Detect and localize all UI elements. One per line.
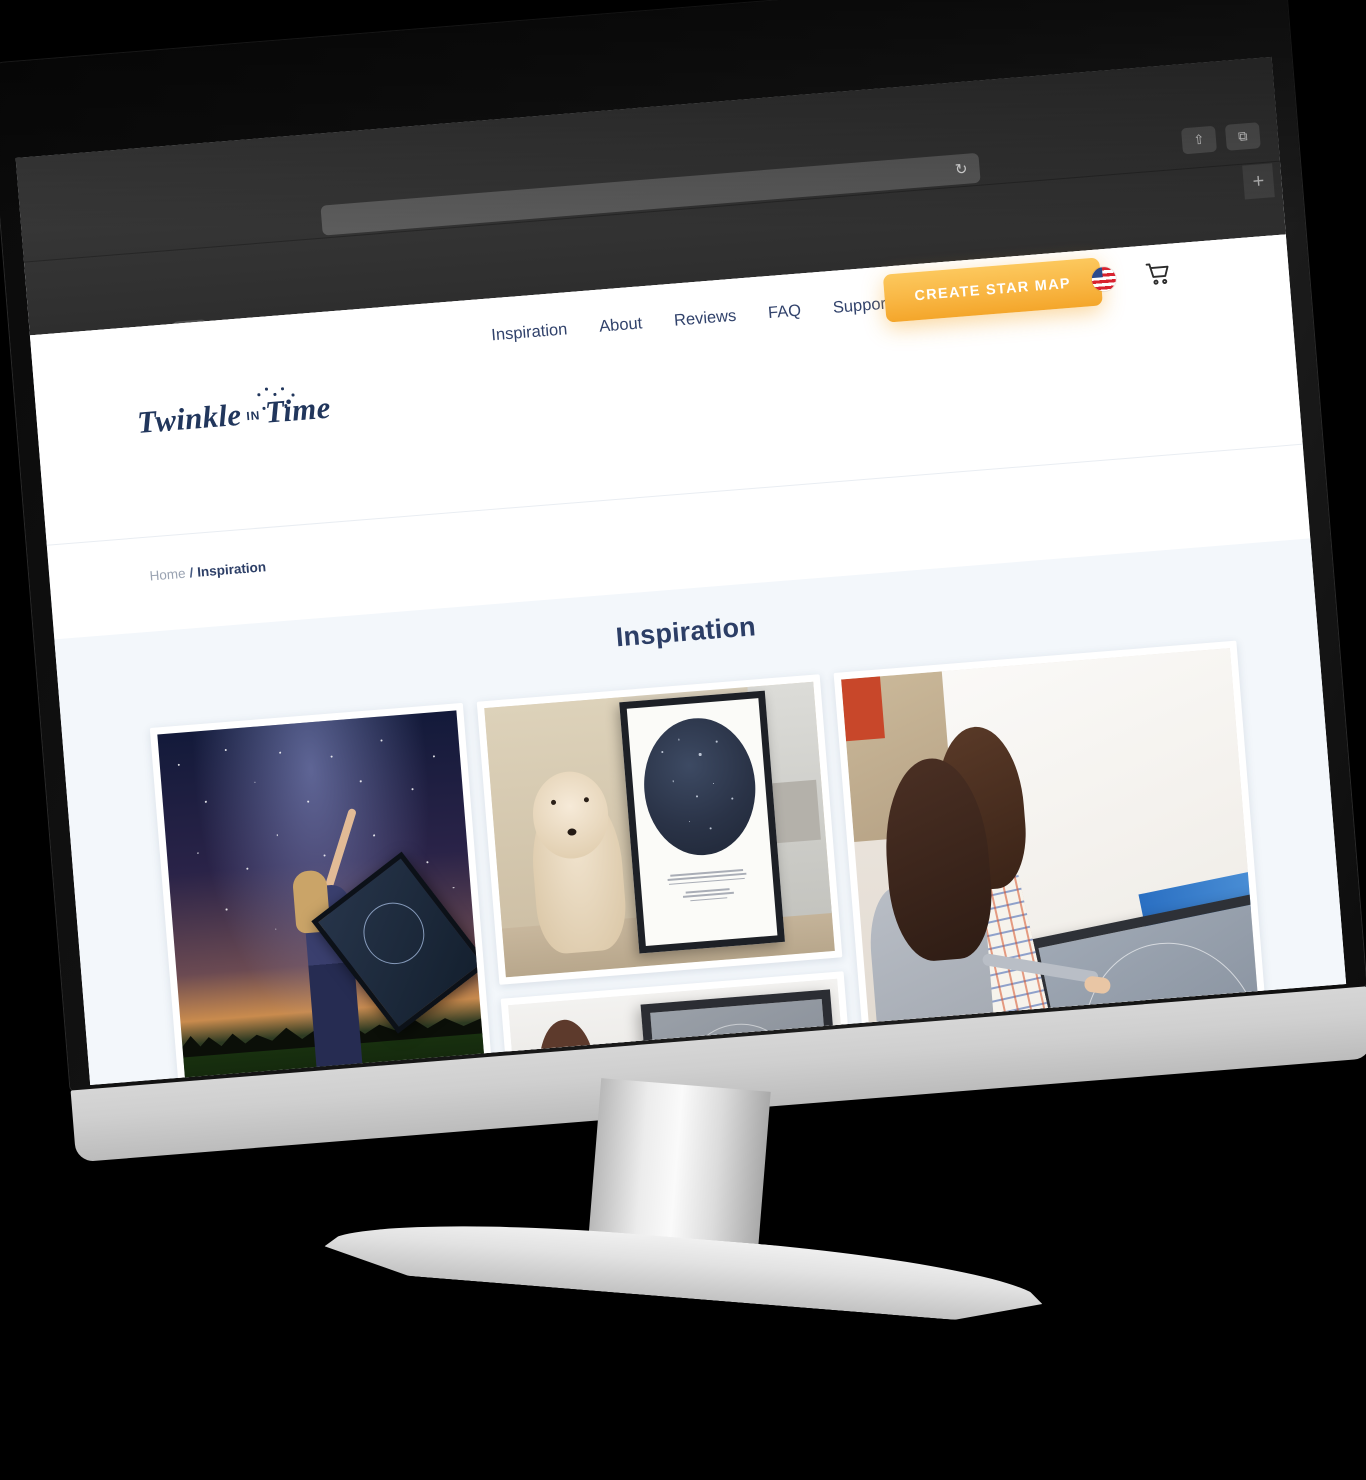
nav-item-support[interactable]: Support bbox=[832, 294, 891, 318]
nav-item-inspiration[interactable]: Inspiration bbox=[491, 320, 568, 345]
address-value bbox=[322, 220, 336, 221]
web-page: Twinkle IN Time Inspiration About Review… bbox=[29, 234, 1347, 1085]
breadcrumb-current: Inspiration bbox=[196, 559, 267, 580]
poster-caption-lines bbox=[664, 866, 751, 906]
sparkle-icon bbox=[253, 384, 302, 422]
nav-item-reviews[interactable]: Reviews bbox=[673, 307, 737, 331]
tabs-overview-icon[interactable]: ⧉ bbox=[1224, 122, 1261, 151]
flag-canton bbox=[1090, 267, 1103, 279]
logo-word-1: Twinkle bbox=[135, 396, 243, 441]
site-logo[interactable]: Twinkle IN Time bbox=[135, 387, 332, 441]
dog-next-to-framed-star-map-poster bbox=[484, 681, 835, 978]
reload-icon[interactable]: ↻ bbox=[954, 160, 968, 179]
nav-item-about[interactable]: About bbox=[598, 314, 643, 336]
rug-corner bbox=[841, 676, 885, 742]
share-icon[interactable]: ⇧ bbox=[1181, 125, 1217, 155]
breadcrumb: Home / Inspiration bbox=[149, 559, 267, 583]
gallery-item[interactable] bbox=[476, 674, 843, 985]
star-chart-circle bbox=[638, 713, 761, 860]
gallery-column-2 bbox=[476, 674, 858, 1085]
nav-item-faq[interactable]: FAQ bbox=[767, 302, 801, 324]
imac-device: ↻ ⇧ ⧉ + ‹ › bbox=[0, 0, 1366, 1171]
new-tab-button[interactable]: + bbox=[1242, 163, 1275, 200]
screenshot-stage: ↻ ⇧ ⧉ + ‹ › bbox=[0, 0, 1366, 1480]
create-star-map-button[interactable]: CREATE STAR MAP bbox=[882, 257, 1103, 323]
gallery-column-1 bbox=[149, 702, 496, 1085]
browser-toolbar bbox=[15, 56, 1280, 263]
woman-pointing-at-milky-way-holding-star-map bbox=[157, 710, 488, 1085]
imac-screen: ↻ ⇧ ⧉ + ‹ › bbox=[15, 56, 1347, 1085]
breadcrumb-home[interactable]: Home bbox=[149, 566, 186, 584]
gallery-item[interactable] bbox=[149, 702, 496, 1085]
header-divider bbox=[46, 443, 1303, 546]
imac-bezel: ↻ ⇧ ⧉ + ‹ › bbox=[0, 0, 1366, 1091]
dog-nose bbox=[566, 828, 577, 836]
star-map-poster bbox=[619, 690, 786, 954]
main-nav: Inspiration About Reviews FAQ Support bbox=[491, 294, 892, 345]
us-flag-icon[interactable] bbox=[1090, 266, 1117, 293]
shopping-cart-icon[interactable] bbox=[1142, 258, 1174, 290]
breadcrumb-separator: / bbox=[188, 565, 194, 581]
